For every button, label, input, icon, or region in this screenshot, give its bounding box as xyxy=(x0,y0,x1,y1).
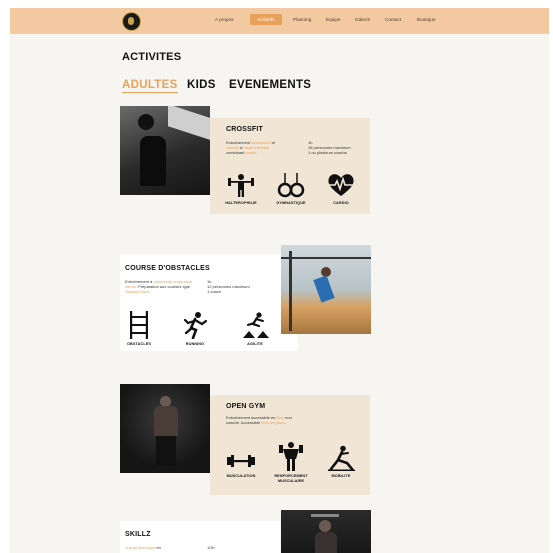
top-nav: A propos Activités Planning Equipe Galer… xyxy=(10,8,549,34)
tab-adultes[interactable]: ADULTES xyxy=(122,79,178,93)
open-gym-photo xyxy=(120,384,210,473)
activity-description: Travail technique en xyxy=(125,545,161,550)
dumbbell-icon xyxy=(227,455,255,467)
crossfit-photo xyxy=(120,106,210,195)
activity-description: Entraînement à dominante endurance cardi… xyxy=(125,279,193,295)
activity-meta: 1/2h xyxy=(207,545,215,550)
tab-kids[interactable]: KIDS xyxy=(187,79,216,91)
weightlifting-icon xyxy=(228,174,254,197)
skillz-photo xyxy=(281,510,371,553)
feature-musculation: MUSCULATION xyxy=(218,451,264,479)
running-icon xyxy=(183,312,208,339)
feature-halterophilie: HALTEROPHILIE xyxy=(218,172,264,206)
logo-icon[interactable] xyxy=(122,12,141,31)
activity-card-course-obstacles: COURSE D'OBSTACLES Entraînement à domina… xyxy=(120,255,298,351)
cardio-heart-icon xyxy=(328,174,354,196)
nav-item-galerie[interactable]: Galerie xyxy=(355,17,370,22)
feature-obstacles: OBSTACLES xyxy=(116,311,162,347)
feature-gymnastique: GYMNASTIQUE xyxy=(268,172,314,206)
obstacle-ladder-icon xyxy=(130,311,148,339)
nav-item-a-propos[interactable]: A propos xyxy=(215,17,234,22)
page-title: ACTIVITES xyxy=(122,51,182,63)
activity-card-crossfit: CROSSFIT Entraînement fonctionnel et coa… xyxy=(210,118,370,214)
feature-renforcement: RENFORCEMENT MUSCULAIRE xyxy=(268,441,314,483)
activity-meta: 1h 16 personnes maximum 1 ou plusieurs c… xyxy=(308,140,351,156)
stretching-icon xyxy=(328,445,355,471)
activity-description: Entraînement accessible en libre non coa… xyxy=(226,415,292,426)
feature-agilite: AGILITE xyxy=(232,311,278,347)
nav-item-planning[interactable]: Planning xyxy=(293,17,311,22)
nav-item-contact[interactable]: Contact xyxy=(385,17,401,22)
activity-title: COURSE D'OBSTACLES xyxy=(125,265,210,272)
gymnastic-rings-icon xyxy=(277,173,305,198)
nav-item-boutique[interactable]: Boutique xyxy=(417,17,436,22)
feature-cardio: CARDIO xyxy=(318,172,364,206)
nav-item-activites[interactable]: Activités xyxy=(250,14,282,25)
activity-title: OPEN GYM xyxy=(226,403,266,410)
activity-description: Entraînement fonctionnel et coaché à hau… xyxy=(226,140,275,156)
activity-title: CROSSFIT xyxy=(226,126,263,133)
activity-title: SKILLZ xyxy=(125,531,151,538)
tab-evenements[interactable]: EVENEMENTS xyxy=(229,79,311,91)
muscle-man-icon xyxy=(279,442,303,471)
feature-running: RUNNING xyxy=(172,311,218,347)
nav-item-equipe[interactable]: Equipe xyxy=(326,17,341,22)
agility-jump-icon xyxy=(243,312,269,338)
course-obstacles-photo xyxy=(281,245,371,334)
feature-mobilite: MOBILITE xyxy=(318,445,364,479)
activity-card-skillz: SKILLZ Travail technique en 1/2h xyxy=(120,521,280,553)
activity-meta: 1h 12 personnes maximum 1 coach xyxy=(207,279,250,295)
activity-card-open-gym: OPEN GYM Entraînement accessible en libr… xyxy=(210,395,370,495)
page: A propos Activités Planning Equipe Galer… xyxy=(10,8,549,553)
